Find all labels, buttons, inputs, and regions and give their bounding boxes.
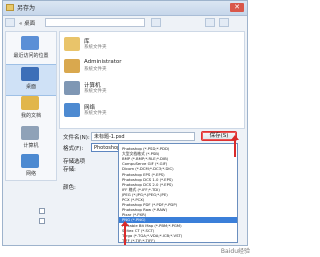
network-icon: [64, 103, 80, 117]
sidebar-item-recent[interactable]: 最近访问的位置: [6, 34, 56, 64]
list-item[interactable]: 计算机 系统文件夹: [64, 80, 164, 98]
watermark: Baidu经验: [220, 248, 250, 255]
file-list: 库 系统文件夹 Administrator 系统文件夹 计算机 系统文件夹 网络…: [59, 31, 245, 129]
back-icon[interactable]: [5, 18, 15, 27]
sidebar-item-desktop[interactable]: 桌面: [6, 64, 56, 96]
library-icon: [64, 37, 80, 51]
filename-label: 文件名(N):: [63, 135, 90, 141]
documents-icon: [21, 96, 39, 110]
refresh-icon[interactable]: [151, 18, 161, 27]
address-bar[interactable]: [45, 18, 145, 27]
list-item[interactable]: Administrator 系统文件夹: [64, 58, 164, 76]
annotation-arrow: [234, 139, 236, 157]
sidebar-item-network[interactable]: 网络: [6, 152, 56, 182]
address-breadcrumb[interactable]: « 桌面: [19, 19, 35, 27]
annotation-arrow: [124, 225, 126, 245]
format-option[interactable]: TIFF (*.TIF;*.TIFF): [119, 238, 237, 244]
sidebar-item-computer[interactable]: 计算机: [6, 124, 56, 154]
folder-icon: [6, 4, 14, 11]
filename-field[interactable]: 未标题-1.psd: [91, 132, 195, 141]
color-label: 颜色:: [63, 185, 76, 191]
close-button[interactable]: ✕: [230, 3, 244, 12]
save-options-label: 存储选项: [63, 159, 86, 165]
computer-icon: [21, 126, 39, 140]
arrow-head-icon: [231, 135, 239, 140]
desktop-icon: [21, 67, 39, 81]
format-label: 格式(F):: [63, 146, 84, 152]
sidebar-item-documents[interactable]: 我的文档: [6, 94, 56, 124]
computer-icon: [64, 81, 80, 95]
format-dropdown-list: Photoshop (*.PSD;*.PDD) 大型文档格式 (*.PSB) BMP…: [118, 143, 238, 243]
view-icon[interactable]: [205, 18, 215, 27]
title-bar: 另存为 ✕: [3, 1, 247, 16]
arrow-head-icon: [121, 221, 129, 226]
recent-places-icon: [21, 36, 39, 50]
user-folder-icon: [64, 59, 80, 73]
window-title: 另存为: [17, 5, 36, 12]
network-icon: [21, 154, 39, 168]
list-item[interactable]: 网络 系统文件夹: [64, 102, 164, 120]
toolbar: « 桌面: [5, 17, 245, 29]
navigation-sidebar: 最近访问的位置 桌面 我的文档 计算机 网络: [5, 31, 57, 181]
option-checkbox[interactable]: [39, 218, 45, 224]
option-checkbox[interactable]: [39, 208, 45, 214]
save-label: 存储:: [63, 167, 76, 173]
list-item[interactable]: 库 系统文件夹: [64, 36, 164, 54]
help-icon[interactable]: [219, 18, 229, 27]
